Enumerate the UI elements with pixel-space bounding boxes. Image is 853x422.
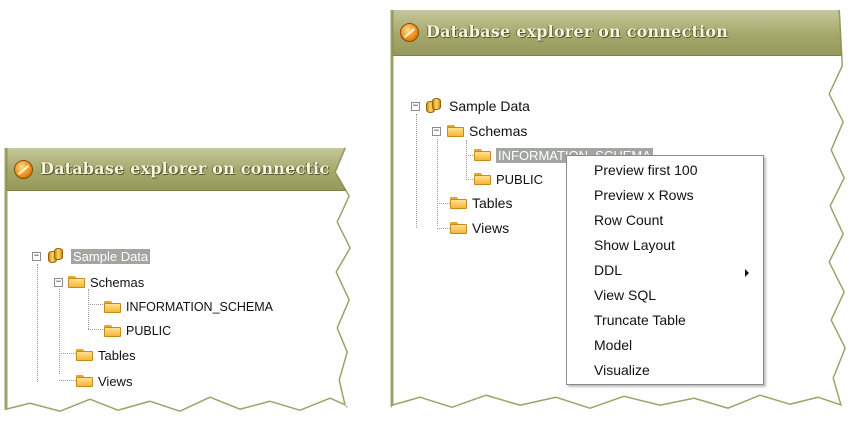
torn-edge-right <box>390 9 853 422</box>
